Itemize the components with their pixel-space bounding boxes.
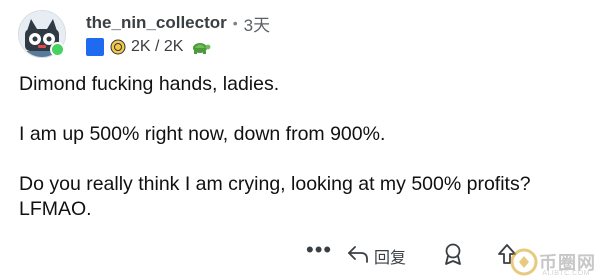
coin-icon bbox=[110, 39, 126, 55]
user-flair: 2K / 2K bbox=[86, 37, 211, 57]
watermark: 币圈网 ALIBTC.COM bbox=[509, 247, 596, 277]
blue-square-icon bbox=[86, 38, 104, 56]
username-link[interactable]: the_nin_collector bbox=[86, 13, 227, 33]
comment-body: Dimond fucking hands, ladies. I am up 50… bbox=[19, 72, 579, 222]
reply-button[interactable]: 回复 bbox=[346, 242, 406, 270]
reply-arrow-icon bbox=[346, 243, 370, 270]
avatar[interactable] bbox=[18, 10, 66, 58]
more-options-button[interactable]: ••• bbox=[306, 236, 332, 264]
comment-paragraph: I am up 500% right now, down from 900%. bbox=[19, 123, 386, 145]
watermark-logo-icon bbox=[510, 248, 538, 276]
award-icon bbox=[442, 242, 464, 271]
award-button[interactable] bbox=[442, 242, 464, 270]
watermark-url: ALIBTC.COM bbox=[542, 270, 590, 277]
karma-count: 2K / 2K bbox=[131, 38, 184, 55]
online-status-dot bbox=[50, 42, 65, 57]
comment-paragraph: Do you really think I am crying, looking… bbox=[19, 173, 531, 220]
comment: the_nin_collector • 3天 2K / 2K Dimond fu… bbox=[0, 0, 600, 279]
post-time: 3天 bbox=[243, 15, 271, 35]
reply-label: 回复 bbox=[374, 250, 407, 267]
comment-paragraph: Dimond fucking hands, ladies. bbox=[19, 73, 280, 95]
turtle-icon bbox=[189, 38, 211, 56]
comment-meta: the_nin_collector • 3天 bbox=[86, 12, 271, 35]
meta-separator: • bbox=[232, 15, 238, 31]
